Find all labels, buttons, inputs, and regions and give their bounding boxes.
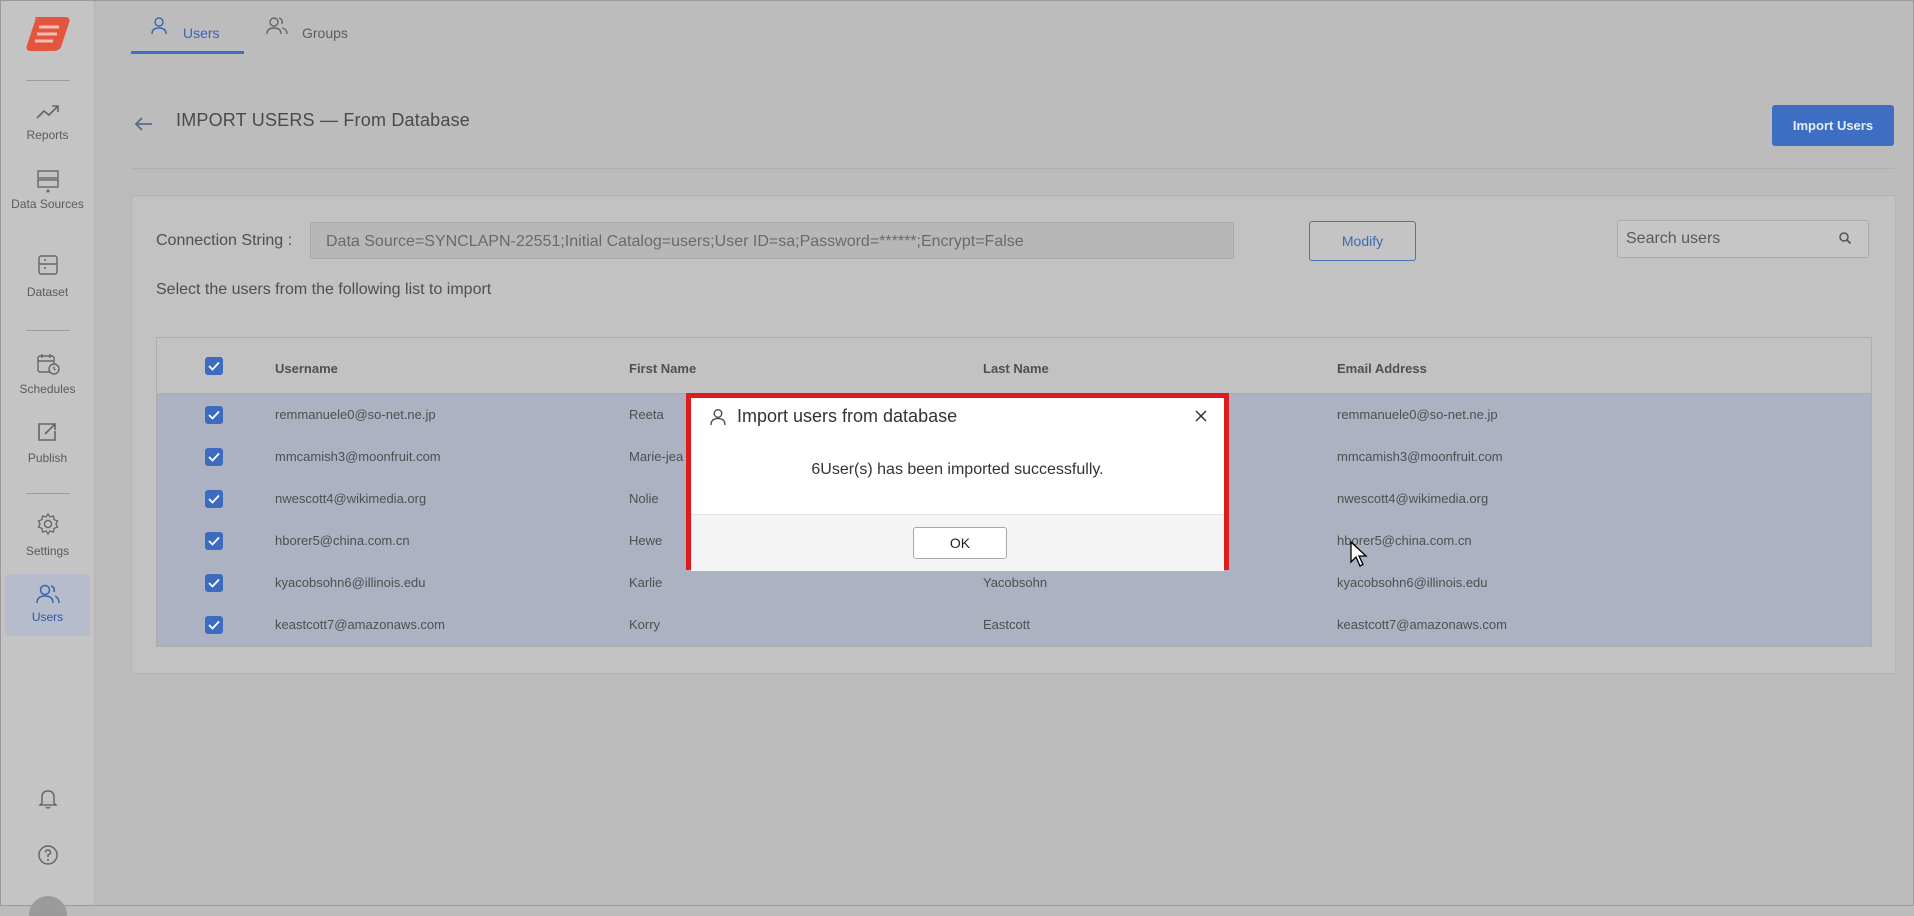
select-all-checkbox[interactable] xyxy=(205,357,223,375)
ok-button[interactable]: OK xyxy=(913,527,1007,559)
cell-username: kyacobsohn6@illinois.edu xyxy=(275,575,426,590)
checkmark-icon xyxy=(208,452,220,462)
tab-users[interactable]: Users xyxy=(131,16,244,54)
user-icon xyxy=(710,409,726,426)
row-checkbox[interactable] xyxy=(205,448,223,466)
cell-username: keastcott7@amazonaws.com xyxy=(275,617,445,632)
column-header-username[interactable]: Username xyxy=(275,361,338,376)
sidebar-item-label: Dataset xyxy=(26,285,69,299)
cell-username: remmanuele0@so-net.ne.jp xyxy=(275,407,436,422)
modify-button[interactable]: Modify xyxy=(1309,221,1416,261)
table-header: Username First Name Last Name Email Addr… xyxy=(157,338,1871,394)
connection-string-label: Connection String : xyxy=(156,232,293,249)
checkmark-icon xyxy=(208,578,220,588)
gear-icon xyxy=(37,512,58,536)
cell-first-name: Korry xyxy=(629,617,661,632)
calendar-clock-icon xyxy=(36,354,60,375)
sidebar-item-schedules[interactable]: Schedules xyxy=(5,352,90,414)
dialog-title: Import users from database xyxy=(737,406,958,426)
checkmark-icon xyxy=(208,536,220,546)
cell-username: mmcamish3@moonfruit.com xyxy=(275,449,441,464)
sidebar-item-settings[interactable]: Settings xyxy=(5,512,90,574)
tab-label: Groups xyxy=(302,25,348,41)
sidebar-item-label: Settings xyxy=(25,544,70,558)
bell-icon[interactable] xyxy=(36,786,60,810)
users-icon xyxy=(266,17,288,35)
app-logo[interactable] xyxy=(25,15,71,53)
cell-email: nwescott4@wikimedia.org xyxy=(1337,491,1489,506)
tab-label: Users xyxy=(183,25,220,41)
import-success-dialog: Import users from database 6User(s) has … xyxy=(686,393,1229,571)
user-icon xyxy=(151,17,167,35)
row-checkbox[interactable] xyxy=(205,406,223,424)
column-header-last-name[interactable]: Last Name xyxy=(983,361,1049,376)
server-icon xyxy=(36,170,59,193)
sidebar-item-label: Publish xyxy=(27,451,68,465)
cell-first-name: Reeta xyxy=(629,407,664,422)
help-icon[interactable] xyxy=(36,843,60,867)
cell-first-name: Marie-jea xyxy=(629,449,684,464)
connection-string-field[interactable]: Data Source=SYNCLAPN-22551;Initial Catal… xyxy=(310,222,1234,259)
mouse-cursor-icon xyxy=(1350,540,1368,567)
users-icon xyxy=(35,584,60,604)
sidebar-item-dataset[interactable]: Dataset xyxy=(5,253,90,315)
cell-username: hborer5@china.com.cn xyxy=(275,533,410,548)
close-icon[interactable] xyxy=(1194,409,1208,423)
search-placeholder: Search users xyxy=(1626,230,1721,247)
column-header-email[interactable]: Email Address xyxy=(1337,361,1427,376)
import-users-button[interactable]: Import Users xyxy=(1772,105,1894,146)
header-divider xyxy=(131,168,1894,169)
cell-email: mmcamish3@moonfruit.com xyxy=(1337,449,1503,464)
cell-last-name: Yacobsohn xyxy=(983,575,1048,590)
dialog-footer: OK xyxy=(691,514,1224,571)
instruction-text: Select the users from the following list… xyxy=(156,281,492,298)
back-arrow-icon[interactable] xyxy=(132,112,156,136)
tab-groups[interactable]: Groups xyxy=(266,16,348,54)
column-header-first-name[interactable]: First Name xyxy=(629,361,696,376)
sidebar-item-label: Reports xyxy=(26,128,69,142)
cell-first-name: Nolie xyxy=(629,491,659,506)
search-icon[interactable] xyxy=(1838,231,1852,245)
cell-email: kyacobsohn6@illinois.edu xyxy=(1337,575,1488,590)
sidebar-divider xyxy=(26,493,70,494)
sidebar-item-label: Data Sources xyxy=(11,197,84,211)
page-title: IMPORT USERS — From Database xyxy=(176,110,471,130)
trending-up-icon xyxy=(35,105,59,119)
cell-first-name: Hewe xyxy=(629,533,663,548)
sidebar-item-data-sources[interactable]: Data Sources xyxy=(5,169,90,231)
search-input[interactable]: Search users xyxy=(1617,220,1869,258)
checkmark-icon xyxy=(208,494,220,504)
cell-first-name: Karlie xyxy=(629,575,663,590)
table-row[interactable]: keastcott7@amazonaws.com Korry Eastcott … xyxy=(157,604,1871,646)
sidebar-item-label: Schedules xyxy=(19,382,76,396)
cell-username: nwescott4@wikimedia.org xyxy=(275,491,427,506)
sidebar-item-label: Users xyxy=(31,610,64,624)
avatar[interactable] xyxy=(29,896,67,916)
sidebar-item-reports[interactable]: Reports xyxy=(5,102,90,164)
row-checkbox[interactable] xyxy=(205,616,223,634)
dialog-message: 6User(s) has been imported successfully. xyxy=(811,461,1104,478)
publish-icon xyxy=(37,423,56,441)
sidebar-divider xyxy=(26,80,70,81)
cell-last-name: Eastcott xyxy=(983,617,1030,632)
checkmark-icon xyxy=(208,410,220,420)
checkmark-icon xyxy=(208,620,220,630)
cell-email: keastcott7@amazonaws.com xyxy=(1337,617,1507,632)
sidebar: Reports Data Sources Dataset Schedules P… xyxy=(1,1,95,916)
row-checkbox[interactable] xyxy=(205,574,223,592)
row-checkbox[interactable] xyxy=(205,490,223,508)
dataset-icon xyxy=(37,255,58,275)
sidebar-item-publish[interactable]: Publish xyxy=(5,421,90,483)
row-checkbox[interactable] xyxy=(205,532,223,550)
sidebar-divider xyxy=(26,330,70,331)
checkmark-icon xyxy=(208,361,220,371)
cell-email: remmanuele0@so-net.ne.jp xyxy=(1337,407,1498,422)
sidebar-item-users[interactable]: Users xyxy=(5,574,90,636)
